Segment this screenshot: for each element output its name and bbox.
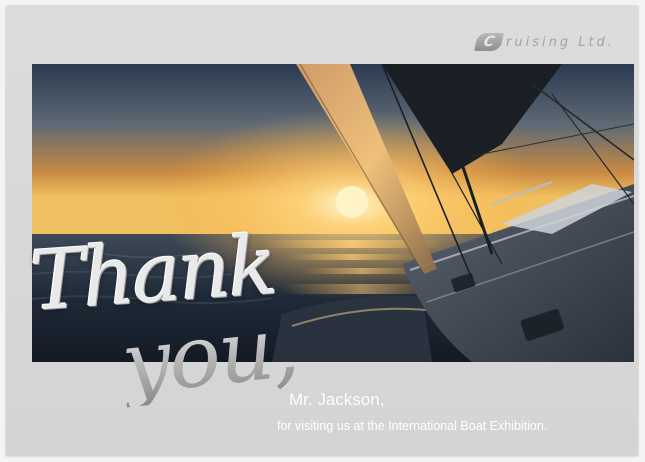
- thank-you-card: C ruising Ltd. Thank you, Mr. Jackson, f…: [6, 6, 638, 456]
- thank-you-message: for visiting us at the International Boa…: [277, 419, 548, 433]
- logo-text: ruising Ltd.: [506, 34, 615, 50]
- logo-mark: C: [474, 33, 504, 51]
- recipient-name: Mr. Jackson,: [289, 390, 385, 409]
- company-logo: C ruising Ltd.: [474, 32, 615, 52]
- you-script-text: you,: [117, 296, 302, 415]
